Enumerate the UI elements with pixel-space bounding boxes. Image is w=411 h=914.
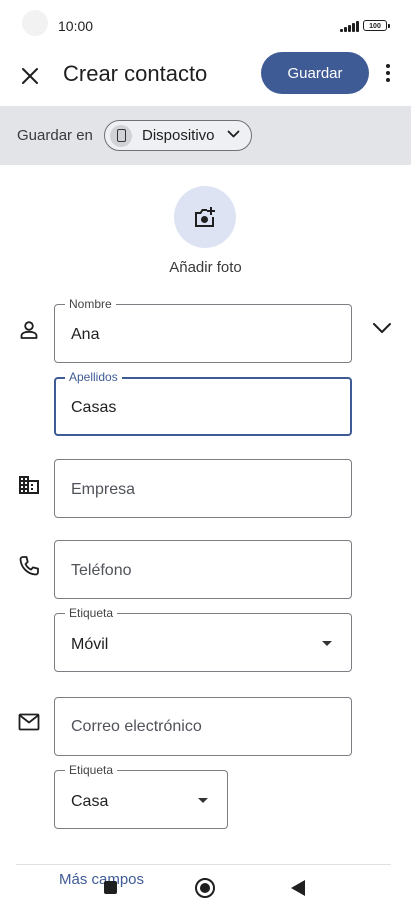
first-name-label: Nombre <box>65 297 116 311</box>
dropdown-arrow-icon <box>198 798 208 803</box>
save-in-bar: Guardar en Dispositivo <box>0 106 411 165</box>
phone-placeholder: Teléfono <box>71 562 132 579</box>
create-contact-screen: 10:00 100 Crear contacto Guardar Guardar… <box>0 0 411 914</box>
camera-cutout <box>22 10 48 36</box>
status-bar: 10:00 100 <box>0 0 411 52</box>
business-icon <box>17 473 41 497</box>
save-button[interactable]: Guardar <box>261 52 369 94</box>
first-name-field[interactable]: Nombre Ana <box>54 297 352 363</box>
more-options-button[interactable] <box>376 58 400 88</box>
signal-icon <box>340 20 360 32</box>
expand-name-chevron-icon[interactable] <box>371 318 393 338</box>
close-icon <box>22 68 38 84</box>
more-vert-icon <box>386 64 390 68</box>
more-fields-link[interactable]: Más campos <box>59 871 144 888</box>
phone-type-label: Etiqueta <box>65 606 118 620</box>
phone-call-icon <box>17 554 41 578</box>
save-in-label: Guardar en <box>17 127 93 144</box>
home-button[interactable] <box>195 878 215 898</box>
company-placeholder: Empresa <box>71 481 136 498</box>
account-label: Dispositivo <box>142 127 215 144</box>
email-field[interactable]: Correo electrónico <box>54 697 352 756</box>
add-photo-label: Añadir foto <box>169 259 242 276</box>
email-icon <box>17 710 41 734</box>
phone-icon <box>110 124 132 147</box>
account-selector-chip[interactable]: Dispositivo <box>104 120 252 151</box>
phone-field[interactable]: Teléfono <box>54 540 352 599</box>
email-type-label: Etiqueta <box>65 763 118 777</box>
phone-type-select[interactable]: Etiqueta Móvil <box>54 606 352 672</box>
dropdown-arrow-icon <box>322 641 332 646</box>
app-bar: Crear contacto Guardar <box>0 52 411 106</box>
email-type-value: Casa <box>71 793 109 810</box>
last-name-value: Casas <box>71 399 117 416</box>
company-field[interactable]: Empresa <box>54 459 352 518</box>
divider <box>16 864 391 865</box>
first-name-value: Ana <box>71 326 100 343</box>
page-title: Crear contacto <box>63 61 208 86</box>
phone-type-value: Móvil <box>71 636 109 653</box>
close-button[interactable] <box>14 60 46 92</box>
recents-button[interactable] <box>104 881 117 894</box>
last-name-field[interactable]: Apellidos Casas <box>54 370 352 436</box>
email-type-select[interactable]: Etiqueta Casa <box>54 763 228 829</box>
add-photo-icon <box>195 207 215 227</box>
chevron-down-icon <box>227 130 240 138</box>
back-button[interactable] <box>291 880 305 896</box>
battery-icon: 100 <box>363 20 390 31</box>
add-photo-button[interactable] <box>174 186 236 248</box>
status-time: 10:00 <box>58 18 94 34</box>
last-name-label: Apellidos <box>65 370 122 384</box>
email-placeholder: Correo electrónico <box>71 718 202 735</box>
person-icon <box>17 318 41 342</box>
